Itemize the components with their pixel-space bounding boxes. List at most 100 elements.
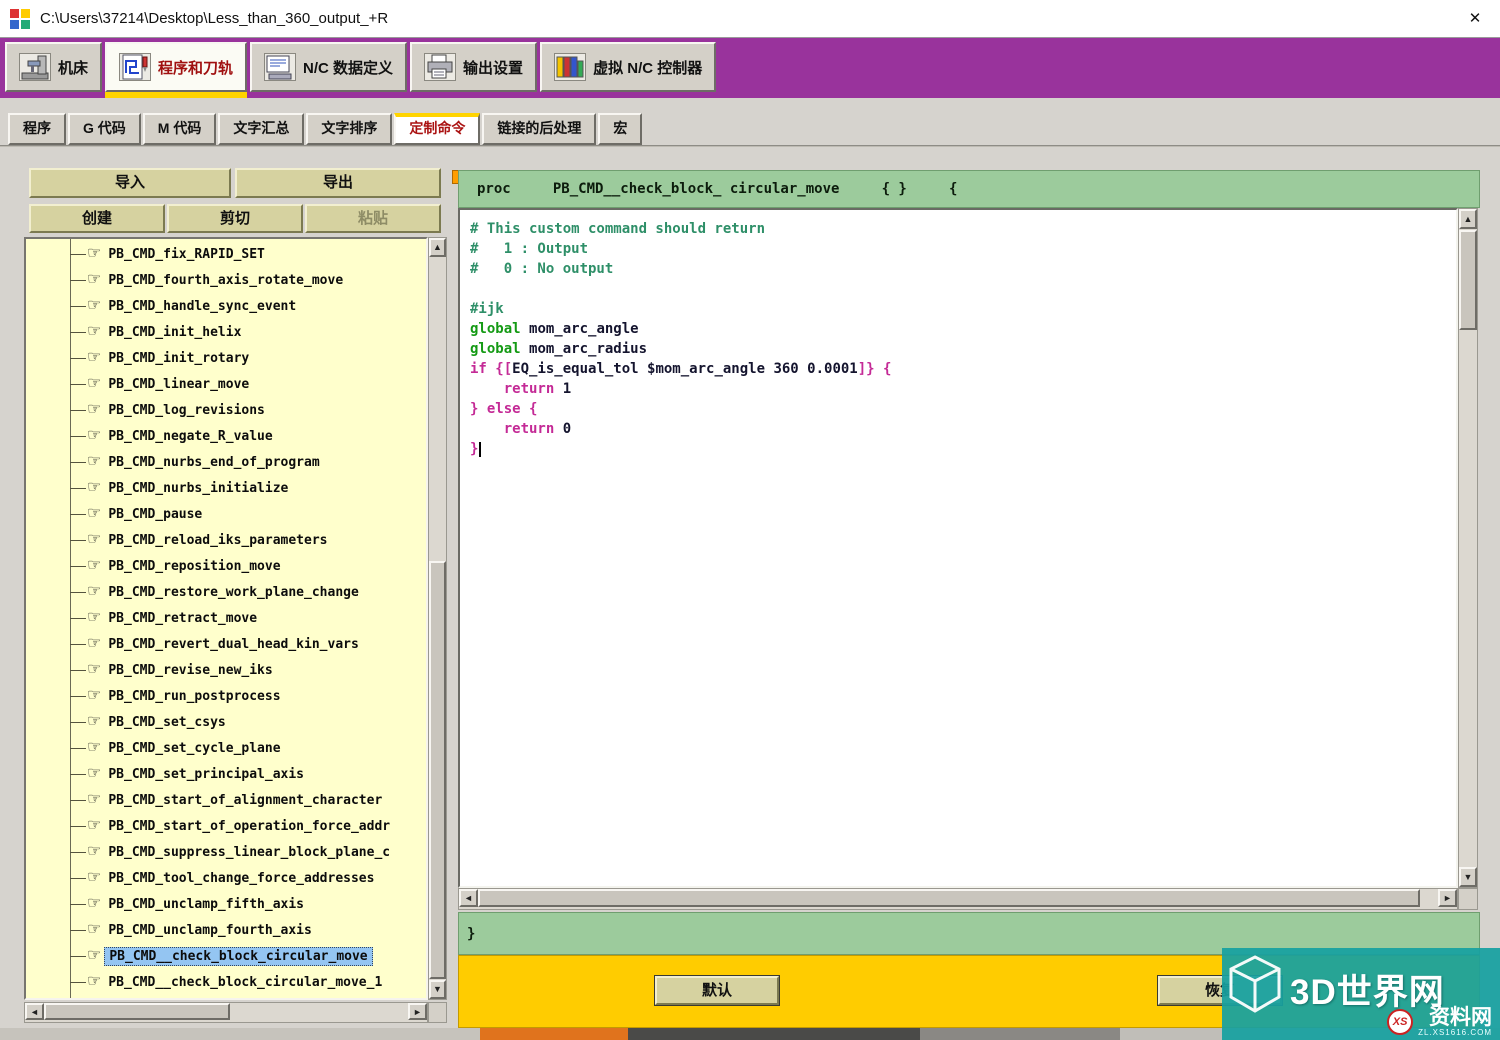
tree-branch-line <box>70 462 86 463</box>
hand-pointer-icon: ☞ <box>87 974 101 990</box>
tree-item[interactable]: ☞PB_CMD_run_postprocess <box>26 683 426 709</box>
scroll-right-icon[interactable]: ► <box>408 1003 427 1020</box>
tree-item[interactable]: ☞PB_CMD_start_of_operation_force_addr <box>26 813 426 839</box>
tree-item-label: PB_CMD_fix_RAPID_SET <box>104 246 269 263</box>
tree-item[interactable]: ☞PB_CMD_revert_dual_head_kin_vars <box>26 631 426 657</box>
titlebar: C:\Users\37214\Desktop\Less_than_360_out… <box>0 0 1500 38</box>
tree-item[interactable]: ☞PB_CMD_init_rotary <box>26 345 426 371</box>
scroll-right-icon[interactable]: ► <box>1438 889 1457 907</box>
create-button[interactable]: 创建 <box>29 204 165 233</box>
code-line: return 1 <box>470 379 1456 399</box>
tree-item[interactable]: ☞PB_CMD_suppress_linear_block_plane_c <box>26 839 426 865</box>
tree-item[interactable]: ☞PB_CMD_tool_change_force_addresses <box>26 865 426 891</box>
code-editor[interactable]: # This custom command should return# 1 :… <box>458 208 1458 888</box>
scroll-up-icon[interactable]: ▲ <box>1459 209 1477 229</box>
tree-branch-line <box>70 670 86 671</box>
tree-item[interactable]: ☞PB_CMD_log_revisions <box>26 397 426 423</box>
scroll-left-icon[interactable]: ◄ <box>459 889 478 907</box>
tree-item-label: PB_CMD_start_of_alignment_character <box>104 792 386 809</box>
tree-item[interactable]: ☞PB_CMD__check_block_circular_move <box>26 943 426 969</box>
main-tab-3[interactable]: 输出设置 <box>410 42 537 92</box>
tree-branch-line <box>70 514 86 515</box>
tree-item[interactable]: ☞PB_CMD_unclamp_fourth_axis <box>26 917 426 943</box>
watermark: 3D世界网 XS 资料网 ZL.XS1616.COM <box>1222 948 1500 1040</box>
default-button[interactable]: 默认 <box>655 976 779 1005</box>
tree-item[interactable]: ☞PB_CMD_revise_new_iks <box>26 657 426 683</box>
tree-branch-line <box>70 644 86 645</box>
tree-item[interactable]: ☞PB_CMD_negate_R_value <box>26 423 426 449</box>
tree-hscroll-thumb[interactable] <box>44 1003 230 1020</box>
tree-item[interactable]: ☞PB_CMD_fix_RAPID_SET <box>26 241 426 267</box>
tree-item[interactable]: ☞PB_CMD_nurbs_end_of_program <box>26 449 426 475</box>
sub-tab-7[interactable]: 宏 <box>598 113 642 145</box>
tree-branch-line <box>70 280 86 281</box>
tree-branch-line <box>70 800 86 801</box>
tree-item[interactable]: ☞PB_CMD_handle_sync_event <box>26 293 426 319</box>
watermark-url: ZL.XS1616.COM <box>1418 1029 1492 1037</box>
sub-tab-0[interactable]: 程序 <box>8 113 66 145</box>
tree-item[interactable]: ☞PB_CMD_nurbs_initialize <box>26 475 426 501</box>
tree-item[interactable]: ☞PB_CMD_fourth_axis_rotate_move <box>26 267 426 293</box>
main-tab-1[interactable]: 程序和刀轨 <box>105 42 247 92</box>
tree-item[interactable]: ☞PB_CMD_restore_work_plane_change <box>26 579 426 605</box>
tree-item[interactable]: ☞PB_CMD__check_block_circular_move_1 <box>26 969 426 995</box>
tree-item[interactable]: ☞PB_CMD_pause <box>26 501 426 527</box>
tree-item[interactable]: ☞PB_CMD_linear_move <box>26 371 426 397</box>
tree-item[interactable]: ☞PB_CMD_set_principal_axis <box>26 761 426 787</box>
editor-hscroll-thumb[interactable] <box>478 889 1420 907</box>
tree-branch-line <box>70 384 86 385</box>
export-button[interactable]: 导出 <box>235 168 441 198</box>
tree-horizontal-scrollbar[interactable]: ◄ ► <box>24 1002 428 1023</box>
tree-item-label: PB_CMD_unclamp_fourth_axis <box>104 922 316 939</box>
editor-horizontal-scrollbar[interactable]: ◄ ► <box>458 888 1458 910</box>
scroll-left-icon[interactable]: ◄ <box>25 1003 44 1020</box>
editor-vertical-scrollbar[interactable]: ▲ ▼ <box>1458 208 1478 888</box>
tree-item[interactable]: ☞PB_CMD_retract_move <box>26 605 426 631</box>
tree-items-container: ☞PB_CMD_fix_RAPID_SET☞PB_CMD_fourth_axis… <box>26 241 426 995</box>
hand-pointer-icon: ☞ <box>87 636 101 652</box>
tree-item[interactable]: ☞PB_CMD_init_helix <box>26 319 426 345</box>
tree-item-label: PB_CMD_negate_R_value <box>104 428 276 445</box>
hand-pointer-icon: ☞ <box>87 818 101 834</box>
sub-tab-bar: 程序G 代码M 代码文字汇总文字排序定制命令链接的后处理宏 <box>8 113 642 145</box>
sub-tab-1[interactable]: G 代码 <box>68 113 141 145</box>
main-tab-0[interactable]: 机床 <box>5 42 102 92</box>
main-tab-2[interactable]: N/C 数据定义 <box>250 42 407 92</box>
tree-item[interactable]: ☞PB_CMD_set_csys <box>26 709 426 735</box>
main-tab-label: 机床 <box>58 57 88 78</box>
scroll-down-icon[interactable]: ▼ <box>1459 867 1477 887</box>
proc-header: proc PB_CMD__check_block_ circular_move … <box>458 170 1480 208</box>
hand-pointer-icon: ☞ <box>87 662 101 678</box>
sub-tab-5[interactable]: 定制命令 <box>394 113 480 145</box>
sub-tab-2[interactable]: M 代码 <box>143 113 217 145</box>
tree-branch-line <box>70 774 86 775</box>
main-tab-4[interactable]: 虚拟 N/C 控制器 <box>540 42 716 92</box>
main-tab-label: N/C 数据定义 <box>303 57 393 78</box>
import-button[interactable]: 导入 <box>29 168 231 198</box>
tree-item[interactable]: ☞PB_CMD_reposition_move <box>26 553 426 579</box>
sub-tab-6[interactable]: 链接的后处理 <box>482 113 596 145</box>
app-logo-icon <box>10 9 30 29</box>
paste-button[interactable]: 粘贴 <box>305 204 441 233</box>
close-icon[interactable]: ✕ <box>1464 8 1486 30</box>
hand-pointer-icon: ☞ <box>87 428 101 444</box>
tree-scroll-thumb[interactable] <box>429 561 446 979</box>
hand-pointer-icon: ☞ <box>87 246 101 262</box>
tree-item[interactable]: ☞PB_CMD_set_cycle_plane <box>26 735 426 761</box>
sub-tab-3[interactable]: 文字汇总 <box>218 113 304 145</box>
hand-pointer-icon: ☞ <box>87 610 101 626</box>
tree-item[interactable]: ☞PB_CMD_reload_iks_parameters <box>26 527 426 553</box>
tree-item[interactable]: ☞PB_CMD_start_of_alignment_character <box>26 787 426 813</box>
command-tree[interactable]: ☞PB_CMD_fix_RAPID_SET☞PB_CMD_fourth_axis… <box>24 237 428 1000</box>
tree-item[interactable]: ☞PB_CMD_unclamp_fifth_axis <box>26 891 426 917</box>
main-toolbar: 机床程序和刀轨 N/C 数据定义输出设置虚拟 N/C 控制器 <box>0 38 1500 98</box>
tree-vertical-scrollbar[interactable]: ▲ ▼ <box>428 237 447 1000</box>
tree-branch-line <box>70 982 86 983</box>
tree-branch-line <box>70 904 86 905</box>
cut-button[interactable]: 剪切 <box>167 204 303 233</box>
scroll-up-icon[interactable]: ▲ <box>429 238 446 257</box>
editor-scroll-thumb[interactable] <box>1459 230 1477 330</box>
scroll-down-icon[interactable]: ▼ <box>429 980 446 999</box>
tree-branch-line <box>70 696 86 697</box>
sub-tab-4[interactable]: 文字排序 <box>306 113 392 145</box>
